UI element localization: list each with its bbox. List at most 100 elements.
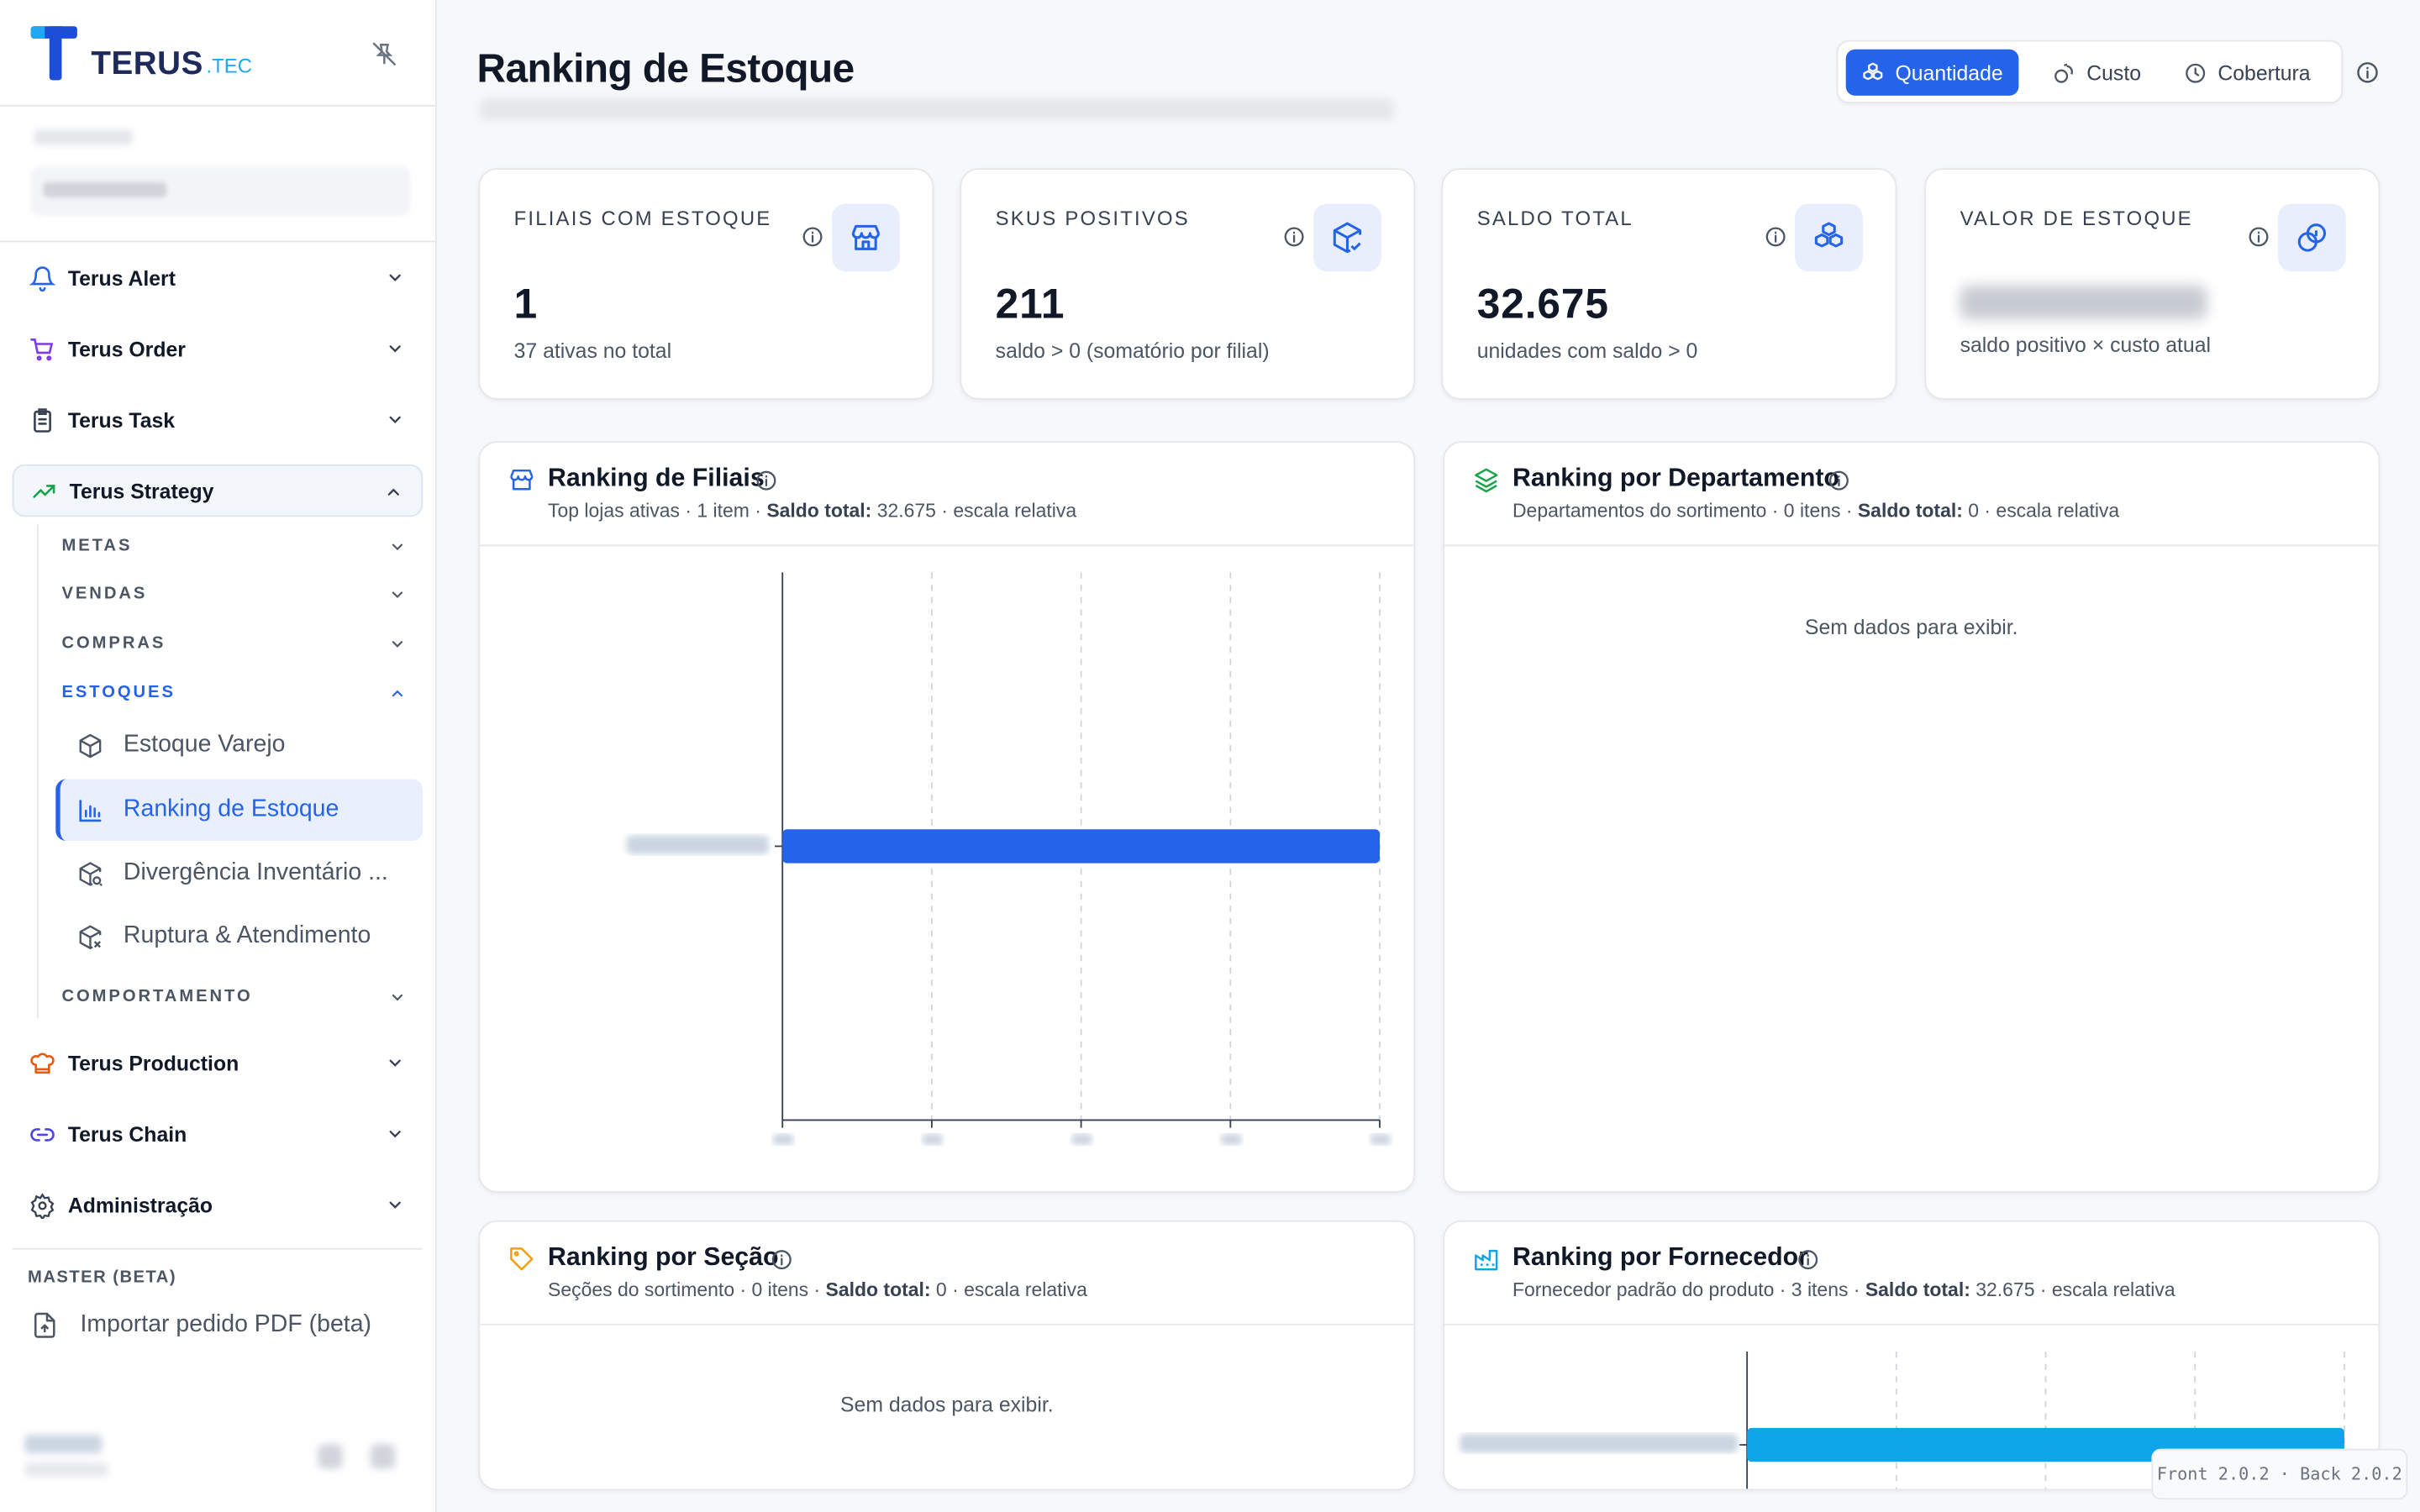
info-icon[interactable]: [755, 469, 778, 492]
sidebar-header: TERUS .TEC: [0, 0, 435, 107]
tree-line: [37, 524, 39, 1019]
leaf-ruptura-atendimento[interactable]: Ruptura & Atendimento: [55, 906, 423, 967]
box-icon: [77, 732, 103, 759]
bell-icon: [28, 264, 55, 291]
card-subtitle: Fornecedor padrão do produto · 3 itens ·…: [1512, 1278, 2175, 1301]
kpi-value: 211: [995, 281, 1065, 328]
card-title: Ranking por Seção: [548, 1243, 779, 1272]
kpi-filiais: FILIAIS COM ESTOQUE 1 37 ativas no total: [478, 168, 934, 400]
x-tick-label-redacted: [922, 1133, 943, 1145]
redacted-select[interactable]: [30, 166, 411, 217]
chevron-down-icon: [389, 989, 406, 1005]
info-icon[interactable]: [2355, 60, 2380, 85]
chevron-down-icon: [386, 1195, 404, 1214]
info-icon[interactable]: [1797, 1248, 1820, 1272]
kpi-label: SALDO TOTAL: [1476, 207, 1634, 230]
card-subtitle: Top lojas ativas · 1 item · Saldo total:…: [548, 500, 1077, 522]
sub-vendas[interactable]: VENDAS: [61, 585, 403, 604]
sub-metas[interactable]: METAS: [61, 537, 403, 555]
kpi-subtext: unidades com saldo > 0: [1476, 339, 1698, 363]
info-icon[interactable]: [1764, 225, 1787, 249]
nav-terus-strategy[interactable]: Terus Strategy: [12, 464, 424, 517]
x-tick-label-redacted: [1221, 1133, 1242, 1145]
page-subtitle-redacted: [480, 98, 1394, 121]
kpi-subtext: saldo positivo × custo atual: [1960, 333, 2212, 357]
cart-icon: [28, 335, 55, 363]
nav-label: Terus Task: [67, 407, 176, 432]
kpi-label: FILIAIS COM ESTOQUE: [513, 207, 772, 230]
card-header: Ranking por Seção Seções do sortimento ·…: [480, 1222, 1414, 1326]
nav-label: Terus Strategy: [69, 479, 214, 502]
x-tick-label-redacted: [1370, 1133, 1391, 1145]
card-title: Ranking de Filiais: [548, 464, 765, 492]
leaf-divergencia-inventario[interactable]: Divergência Inventário ...: [55, 843, 423, 904]
leaf-label: Estoque Varejo: [123, 731, 286, 758]
user-footer-redacted: [24, 1429, 410, 1490]
toggle-custo[interactable]: Custo: [2037, 50, 2156, 96]
sub-label: VENDAS: [61, 585, 148, 604]
info-icon[interactable]: [771, 1248, 794, 1272]
tag-icon: [508, 1245, 535, 1273]
redacted-label: [34, 129, 133, 145]
sub-estoques[interactable]: ESTOQUES: [61, 683, 403, 702]
bar-chart-icon: [77, 797, 103, 823]
import-label: Importar pedido PDF (beta): [80, 1311, 372, 1338]
sub-label: ESTOQUES: [61, 683, 176, 702]
info-icon[interactable]: [1828, 469, 1851, 492]
master-section-label: MASTER (BETA): [28, 1268, 177, 1287]
leaf-label: Ranking de Estoque: [123, 795, 339, 822]
toggle-cobertura[interactable]: Cobertura: [2169, 50, 2326, 96]
nav-label: Administração: [67, 1193, 213, 1217]
kpi-value: 32.675: [1476, 281, 1609, 328]
card-title: Ranking por Fornecedor: [1512, 1243, 1808, 1272]
sidebar-divider: [12, 1247, 424, 1250]
store-icon: [508, 466, 535, 494]
clipboard-icon: [28, 406, 55, 433]
info-icon[interactable]: [1282, 225, 1306, 249]
nav-terus-chain[interactable]: Terus Chain: [13, 1108, 424, 1160]
nav-terus-alert[interactable]: Terus Alert: [13, 251, 424, 303]
chevron-up-icon: [384, 483, 402, 501]
toggle-quantidade[interactable]: Quantidade: [1845, 49, 2019, 96]
nav-terus-task[interactable]: Terus Task: [13, 393, 424, 445]
kpi-value-redacted: [1960, 285, 2207, 320]
bar-label-redacted: [1460, 1434, 1739, 1453]
empty-state: Sem dados para exibir.: [1804, 615, 2018, 639]
nav-terus-order[interactable]: Terus Order: [13, 323, 424, 375]
card-header: Ranking de Filiais Top lojas ativas · 1 …: [480, 443, 1414, 547]
leaf-label: Ruptura & Atendimento: [123, 922, 371, 949]
nav-terus-production[interactable]: Terus Production: [13, 1037, 424, 1089]
pin-off-icon[interactable]: [371, 40, 398, 68]
leaf-ranking-de-estoque[interactable]: Ranking de Estoque: [55, 779, 424, 842]
import-pdf-link[interactable]: Importar pedido PDF (beta): [31, 1311, 371, 1339]
nav-label: Terus Order: [67, 337, 186, 360]
logo-text: TERUS: [91, 46, 203, 82]
store-icon: [831, 203, 900, 272]
chevron-down-icon: [386, 1053, 404, 1072]
info-icon[interactable]: [801, 225, 824, 249]
chevron-down-icon: [389, 538, 406, 555]
x-tick-label-redacted: [773, 1133, 794, 1145]
kpi-skus: SKUS POSITIVOS 211 saldo > 0 (somatório …: [960, 168, 1416, 400]
kpi-subtext: saldo > 0 (somatório por filial): [995, 339, 1270, 363]
chef-hat-icon: [28, 1049, 55, 1077]
chevron-up-icon: [389, 685, 406, 701]
kpi-value: 1: [513, 281, 539, 328]
page-title: Ranking de Estoque: [476, 45, 855, 92]
kpi-label: VALOR DE ESTOQUE: [1960, 207, 2193, 230]
package-check-icon: [1313, 203, 1381, 272]
info-icon[interactable]: [2247, 225, 2270, 249]
sub-compras[interactable]: COMPRAS: [61, 634, 403, 653]
sub-comportamento[interactable]: COMPORTAMENTO: [61, 987, 403, 1006]
metric-toggle: Quantidade Custo Cobertura: [1836, 39, 2344, 104]
nav-administracao[interactable]: Administração: [13, 1179, 424, 1231]
kpi-label: SKUS POSITIVOS: [995, 207, 1190, 230]
version-badge: Front 2.0.2 · Back 2.0.2: [2151, 1448, 2408, 1500]
logo[interactable]: TERUS .TEC: [30, 26, 252, 82]
boxes-icon: [1861, 61, 1885, 85]
x-tick-label-redacted: [1071, 1133, 1092, 1145]
chart-ranking-filiais: [626, 572, 1391, 1145]
leaf-estoque-varejo[interactable]: Estoque Varejo: [55, 714, 423, 775]
chevron-down-icon: [386, 1125, 404, 1143]
kpi-saldo-total: SALDO TOTAL 32.675 unidades com saldo > …: [1441, 168, 1897, 400]
